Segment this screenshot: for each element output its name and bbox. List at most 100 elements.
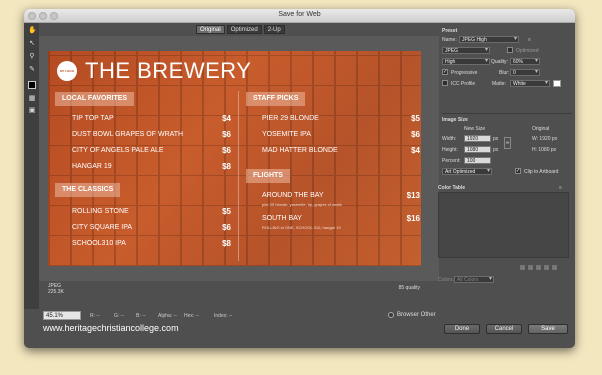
menu-price: $6 (222, 146, 231, 155)
menu-price: $6 (222, 223, 231, 232)
height-label: Height: (442, 147, 458, 153)
menu-price: $16 (406, 214, 420, 223)
quality-input[interactable]: 60% (510, 58, 540, 65)
brand-title: THE BREWERY (85, 58, 252, 83)
optimized-checkbox[interactable] (507, 47, 513, 53)
menu-item-description: pier 29 blonde, yosemite, tip, grapes of… (262, 202, 342, 207)
clip-to-artboard-label: Clip to Artboard (524, 169, 559, 175)
blur-label: Blur: (499, 70, 510, 76)
preset-name-select[interactable]: JPEG High (459, 36, 519, 43)
menu-item: CITY OF ANGELS PALE ALE (72, 147, 164, 154)
blur-input[interactable]: 0 (510, 69, 540, 76)
tab-2-up[interactable]: 2-Up (263, 25, 285, 34)
menu-price: $6 (222, 130, 231, 139)
menu-price: $5 (411, 114, 420, 123)
tab-original[interactable]: Original (196, 25, 225, 34)
original-label: Original (532, 126, 550, 132)
format-select[interactable]: JPEG (442, 47, 490, 54)
browser-label: Browser Other (397, 312, 436, 318)
cancel-button[interactable]: Cancel (486, 324, 522, 334)
color-table[interactable] (438, 192, 569, 258)
matte-color-swatch[interactable] (553, 80, 561, 87)
save-button[interactable]: Save (528, 324, 568, 334)
index-readout: Index: -- (214, 313, 233, 319)
matte-select[interactable]: White (510, 80, 550, 87)
menu-item: CITY SQUARE IPA (72, 224, 133, 231)
quality-label: Quality: (491, 59, 508, 65)
logo-badge: MY LOGO (57, 61, 77, 81)
menu-price: $8 (222, 239, 231, 248)
colors-label: Colors: (438, 277, 454, 283)
colors-select[interactable]: All Colors (454, 276, 494, 283)
menu-price: $4 (222, 114, 231, 123)
window-title: Save for Web (278, 11, 321, 18)
menu-item: SOUTH BAY (262, 215, 302, 222)
height-input[interactable]: 1080 (464, 146, 491, 153)
width-unit: px (493, 136, 499, 142)
hand-icon[interactable]: ✋ (28, 27, 37, 35)
progressive-checkbox[interactable]: ✓ (442, 69, 448, 75)
clip-to-artboard-checkbox[interactable]: ✓ (515, 168, 521, 174)
hex-readout: Hex: -- (184, 313, 199, 319)
watermark-text: www.heritagechristiancollege.com (43, 323, 179, 333)
toggle-slices-icon[interactable]: ▦ (28, 95, 36, 103)
link-icon[interactable]: ∞ (504, 137, 511, 149)
menu-item: PIER 29 BLONDE (262, 115, 319, 122)
new-size-label: New Size (464, 126, 486, 132)
menu-item: TIP TOP TAP (72, 115, 114, 122)
icc-profile-checkbox[interactable] (442, 80, 448, 86)
menu-price: $6 (411, 130, 420, 139)
section-flights: FLIGHTS (246, 169, 290, 183)
menu-item: MAD HATTER BLONDE (262, 147, 338, 154)
percent-label: Percent: (442, 158, 461, 164)
menu-price: $8 (222, 162, 231, 171)
preset-heading: Preset (442, 28, 458, 34)
preset-name-label: Name: (442, 37, 457, 43)
width-label: Width: (442, 136, 457, 142)
slice-select-icon[interactable]: ↖ (28, 40, 36, 48)
tab-optimized[interactable]: Optimized (226, 25, 262, 34)
map-color-icon[interactable] (520, 265, 525, 270)
menu-item: AROUND THE BAY (262, 192, 324, 199)
menu-price: $5 (222, 207, 231, 216)
image-info: JPEG 225.3K (48, 283, 64, 295)
preset-menu-icon[interactable]: ≡ (528, 37, 531, 43)
height-unit: px (493, 147, 499, 153)
menu-item: DUST BOWL GRAPES OF WRATH (72, 131, 184, 138)
eyedropper-color-swatch[interactable] (28, 81, 36, 89)
zoom-icon[interactable]: ⚲ (28, 53, 36, 61)
width-input[interactable]: 1920 (464, 135, 491, 142)
done-button[interactable]: Done (444, 324, 480, 334)
menu-item: ROLLING STONE (72, 208, 129, 215)
section-the-classics: THE CLASSICS (55, 183, 121, 197)
lock-color-icon[interactable] (528, 265, 533, 270)
web-shift-icon[interactable] (544, 265, 549, 270)
original-width: W: 1920 px (532, 136, 558, 142)
title-bar: Save for Web (24, 9, 575, 23)
add-color-icon[interactable] (536, 265, 541, 270)
resample-select[interactable]: Art Optimized (442, 168, 492, 175)
quality-readout: 85 quality (398, 285, 420, 291)
percent-input[interactable]: 100 (464, 157, 491, 164)
size-readout: 225.3K (48, 289, 64, 295)
menu-price: $4 (411, 146, 420, 155)
column-divider (238, 91, 239, 261)
eyedropper-icon[interactable]: ✎ (28, 66, 36, 74)
tool-panel: ✋ ↖ ⚲ ✎ ▦ ▣ (24, 23, 39, 309)
color-table-heading: Color Table (438, 185, 466, 191)
progressive-label: Progressive (451, 70, 478, 76)
menu-item-description: ROLLING st ONE, SCHOOL 310, hangar 19 (262, 225, 341, 230)
optimized-label: Optimized (516, 48, 539, 54)
menu-item: HANGAR 19 (72, 163, 112, 170)
color-table-menu-icon[interactable]: ≡ (559, 185, 562, 191)
browser-preview-icon[interactable] (388, 312, 394, 318)
section-staff-picks: STAFF PICKS (246, 92, 306, 106)
alpha-readout: Alpha: -- (158, 313, 177, 319)
compression-quality-select[interactable]: High (442, 58, 490, 65)
delete-color-icon[interactable] (552, 265, 557, 270)
zoom-level-select[interactable]: 45.1% (43, 311, 81, 320)
preview-browser-icon[interactable]: ▣ (28, 107, 36, 115)
b-readout: B: -- (136, 313, 146, 319)
original-height: H: 1080 px (532, 147, 557, 153)
matte-label: Matte: (492, 81, 506, 87)
